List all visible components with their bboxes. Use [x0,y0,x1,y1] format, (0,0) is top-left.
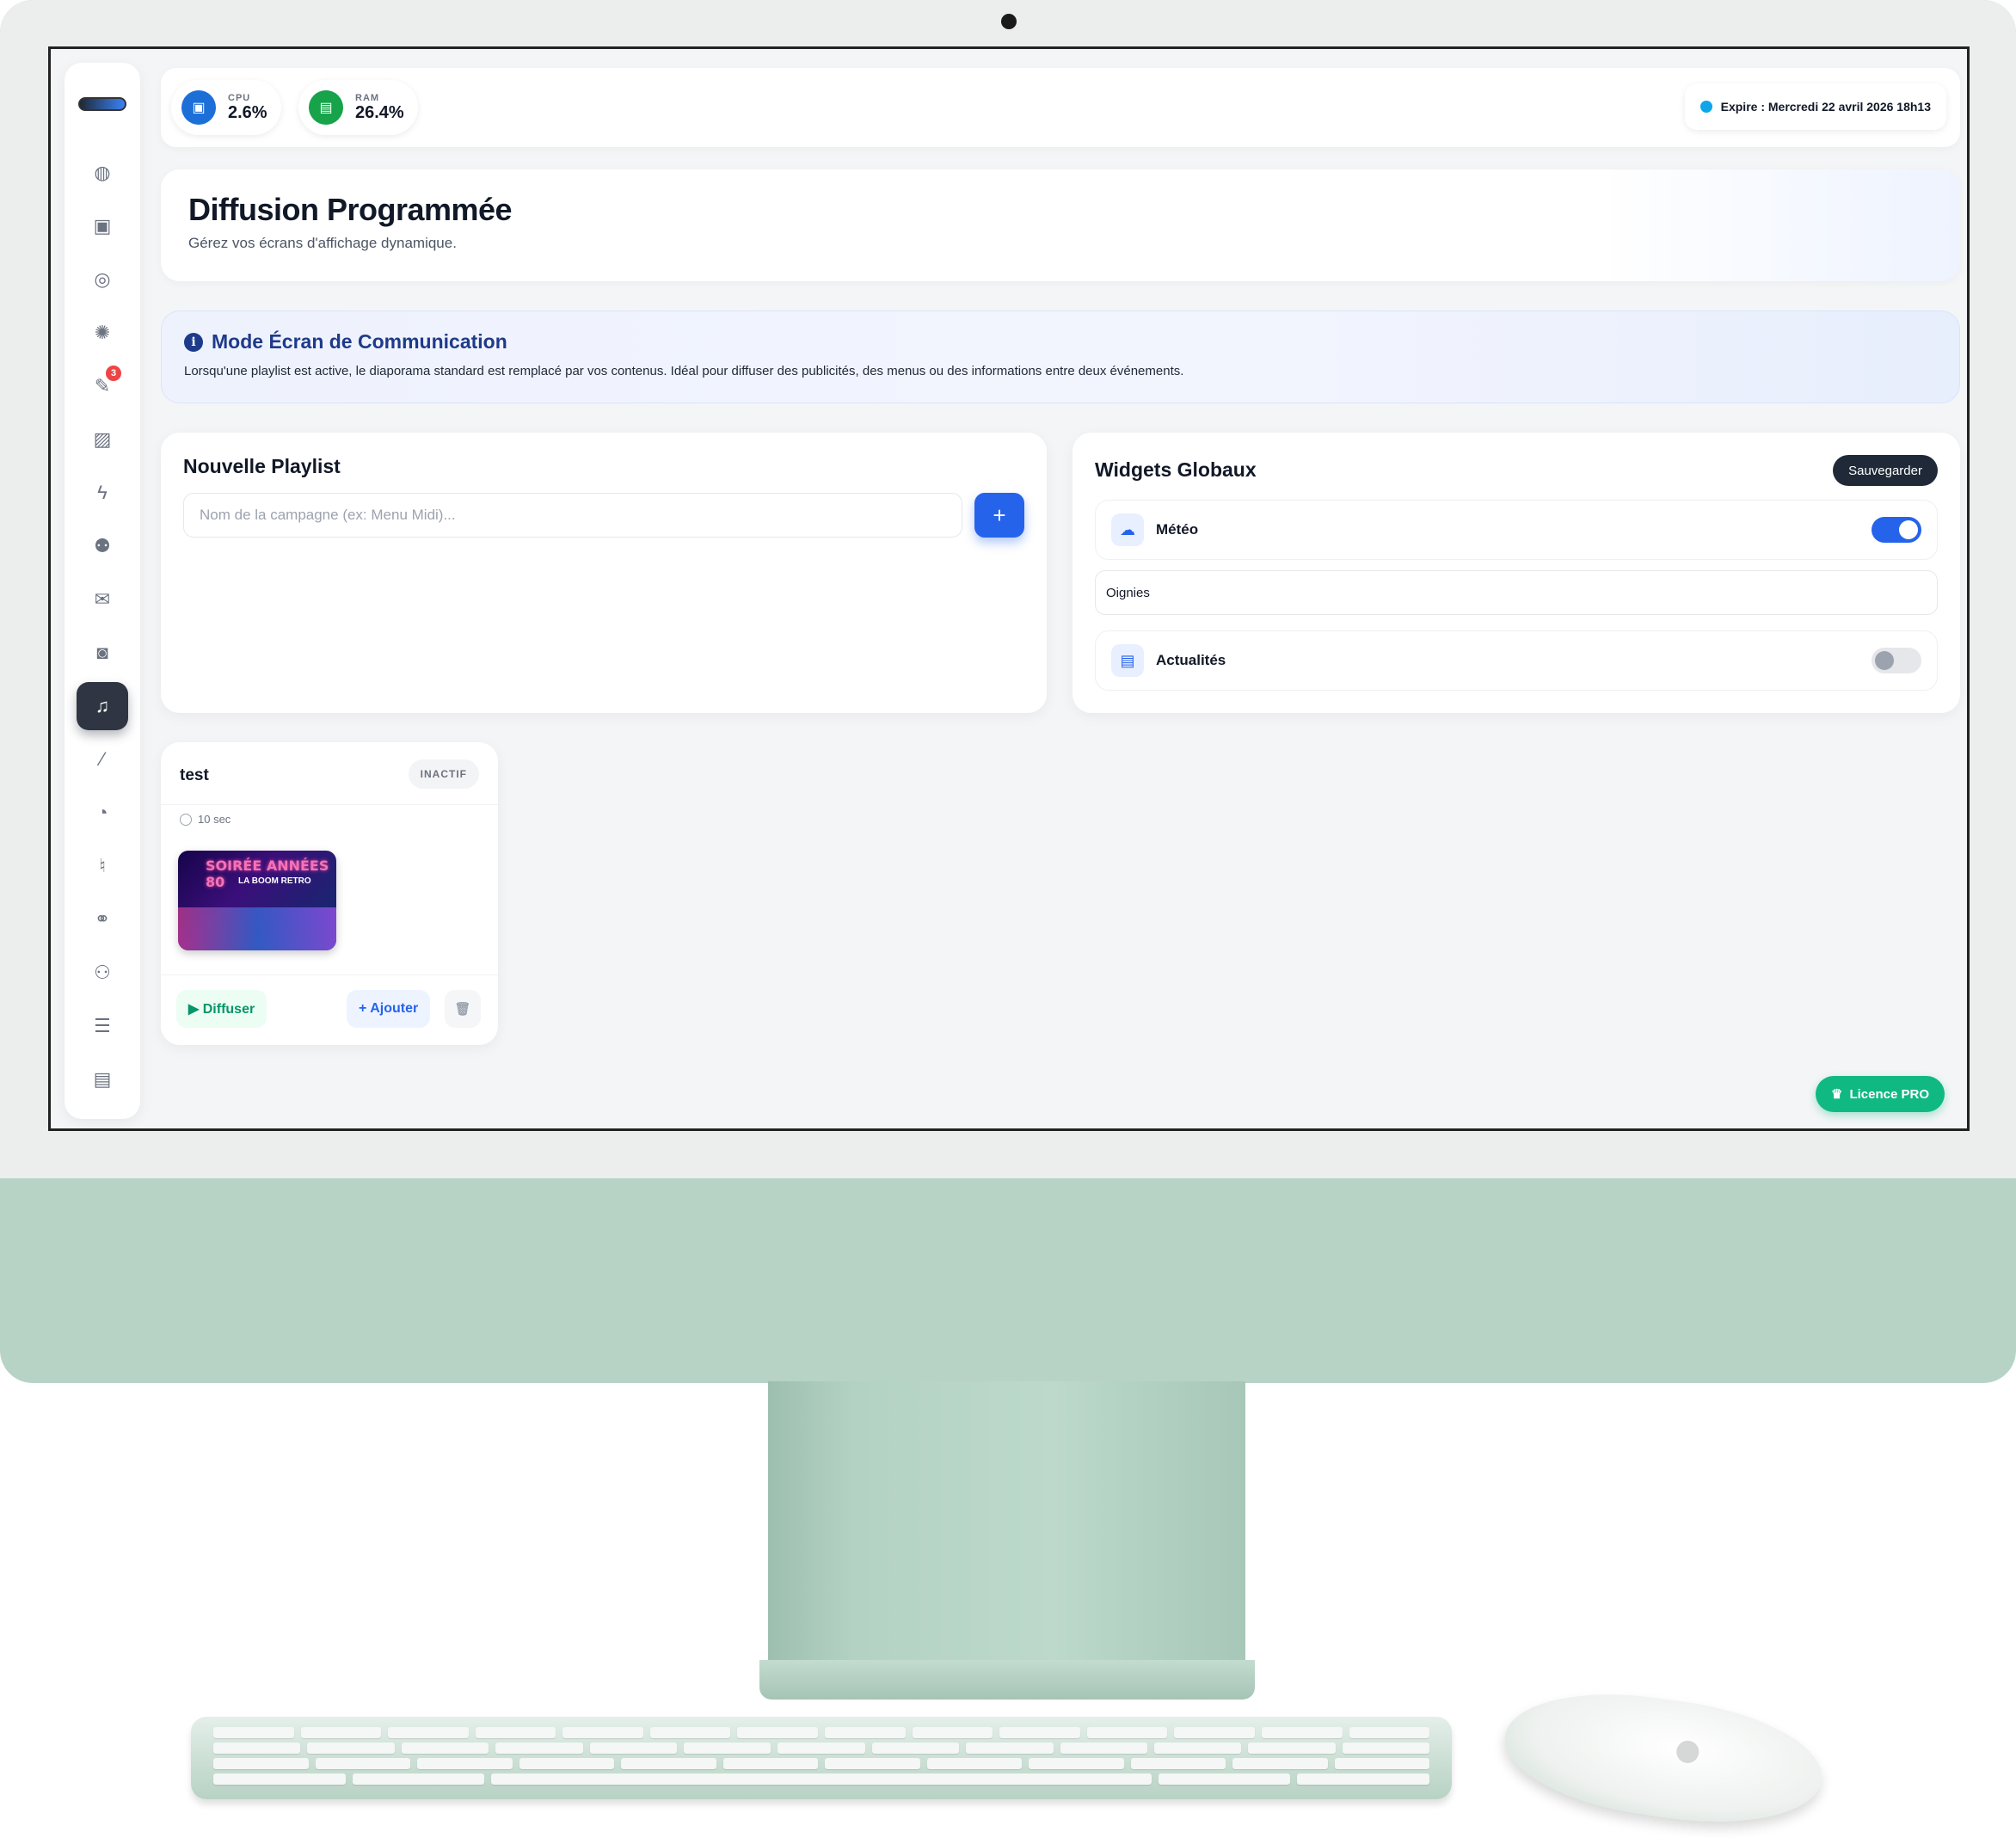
notification-badge: 3 [106,366,121,381]
new-playlist-title: Nouvelle Playlist [183,455,341,477]
sidebar: ◍ ▣ ◎ ✺ ✎ 3 ▨ ϟ ⚉ ✉ ◙ ♫ ⁄ ◔ ♮ ⚭ ⚇ ☰ ▤ [65,63,140,1119]
sidebar-item[interactable]: ◙ [77,629,128,677]
divider [161,974,498,975]
cpu-icon: ▣ [181,90,216,125]
sidebar-item[interactable]: ◎ [77,255,128,304]
topbar: ▣ CPU 2.6% ▤ RAM 26.4% Expire : Mercredi [161,68,1960,147]
settings-icon: ✺ [94,322,111,343]
city-input[interactable] [1095,570,1938,615]
chat-icon: ✉ [94,588,111,610]
diffuser-button[interactable]: ▶ Diffuser [176,990,267,1028]
dashboard-icon: ◍ [94,162,111,183]
bolt-icon: ϟ [97,482,108,503]
weather-widget-row: ☁ Météo [1095,500,1938,560]
clock-icon [180,813,192,826]
sidebar-item[interactable]: ◍ [77,149,128,197]
cpu-label: CPU [228,92,251,103]
page-subtitle: Gérez vos écrans d'affichage dynamique. [188,235,457,251]
playlist-name: test [180,766,209,784]
newspaper-icon: ▤ [1111,644,1144,677]
sidebar-item[interactable]: ♫ [77,682,128,730]
ajouter-button[interactable]: + Ajouter [347,990,431,1028]
keyboard [191,1717,1452,1799]
image-icon: ▨ [93,428,112,450]
sidebar-item[interactable]: ☰ [77,1002,128,1050]
microphone-icon: ♮ [99,855,106,876]
sidebar-item[interactable]: ▨ [77,415,128,464]
imac-stand-foot [759,1660,1255,1700]
camera [1001,14,1017,29]
duration-text: 10 sec [198,813,231,826]
sidebar-item[interactable]: ✉ [77,575,128,624]
magic-mouse [1497,1677,1830,1838]
sidebar-item[interactable]: ⚭ [77,895,128,944]
camera-icon: ◙ [96,642,108,663]
imac-stand [768,1381,1245,1667]
slide-thumbnail[interactable]: SOIRÉE ANNÉES 80 LA BOOM RETRO [178,851,336,950]
weather-label: Météo [1156,521,1199,538]
thumbnail-art [178,907,336,950]
magic-wand-icon: ⁄ [101,748,104,770]
info-title: Mode Écran de Communication [212,330,507,353]
news-toggle[interactable] [1872,648,1921,673]
sidebar-item[interactable]: ♮ [77,842,128,890]
sidebar-item[interactable]: ϟ [77,469,128,517]
sidebar-item[interactable]: ⁄ [77,735,128,784]
sidebar-item[interactable]: ✎ 3 [77,362,128,410]
ram-label: RAM [355,92,380,103]
cpu-value: 2.6% [228,102,267,122]
clock-icon [1699,101,1712,113]
ram-icon: ▤ [309,90,343,125]
playlist-card: test INACTIF 10 sec SOIRÉE ANNÉES 80 LA … [161,742,498,1045]
weather-icon: ☁ [1111,513,1144,546]
global-widgets-card: Widgets Globaux Sauvegarder ☁ Météo ▤ Ac… [1073,433,1960,713]
divider [161,804,498,805]
status-badge: INACTIF [408,759,479,789]
thumbnail-subtitle: LA BOOM RETRO [238,876,311,886]
sidebar-item[interactable]: ◔ [77,789,128,837]
info-icon: i [184,332,203,352]
sidebar-item[interactable]: ▤ [77,1055,128,1103]
film-icon: ▤ [93,1068,112,1090]
campaign-name-input[interactable] [183,493,962,538]
imac-bezel: ◍ ▣ ◎ ✺ ✎ 3 ▨ ϟ ⚉ ✉ ◙ ♫ ⁄ ◔ ♮ ⚭ ⚇ ☰ ▤ ▣ CPU 2.6% ▤ RAM 26.… [0,0,2016,1178]
pie-chart-icon: ◔ [96,802,108,823]
widgets-title: Widgets Globaux [1095,458,1257,481]
playlist-duration: 10 sec [180,813,230,826]
save-button[interactable]: Sauvegarder [1833,455,1938,486]
crown-icon: ♛ [1831,1087,1843,1102]
ram-stat: ▤ RAM 26.4% [298,80,418,135]
user-settings-icon: ⚇ [94,962,111,983]
licence-pro-button[interactable]: ♛ Licence PRO [1816,1076,1945,1112]
page-title: Diffusion Programmée [188,192,513,227]
info-banner: i Mode Écran de Communication Lorsqu'une… [161,310,1960,403]
page-header: Diffusion Programmée Gérez vos écrans d'… [161,169,1960,281]
cpu-stat: ▣ CPU 2.6% [171,80,281,135]
expiry-text: Expire : Mercredi 22 avril 2026 18h13 [1720,100,1931,114]
add-playlist-button[interactable]: + [974,493,1024,538]
handshake-icon: ⚭ [94,908,111,930]
screen: ◍ ▣ ◎ ✺ ✎ 3 ▨ ϟ ⚉ ✉ ◙ ♫ ⁄ ◔ ♮ ⚭ ⚇ ☰ ▤ ▣ CPU 2.6% ▤ RAM 26.… [48,46,1970,1131]
sliders-icon: ☰ [94,1015,111,1036]
users-icon: ⚉ [94,535,111,556]
app-logo[interactable] [78,97,126,111]
sidebar-item[interactable]: ⚇ [77,949,128,997]
news-label: Actualités [1156,652,1226,668]
imac-body: ◍ ▣ ◎ ✺ ✎ 3 ▨ ϟ ⚉ ✉ ◙ ♫ ⁄ ◔ ♮ ⚭ ⚇ ☰ ▤ ▣ CPU 2.6% ▤ RAM 26.… [0,0,2016,1383]
apple-logo-icon [1675,1739,1700,1765]
sidebar-item[interactable]: ▣ [77,202,128,250]
new-playlist-card: Nouvelle Playlist + [161,433,1047,713]
globe-icon: ◎ [94,268,111,290]
weather-toggle[interactable] [1872,517,1921,543]
sidebar-item[interactable]: ⚉ [77,522,128,570]
trash-icon[interactable]: 🗑 [445,990,481,1028]
ram-value: 26.4% [355,102,404,122]
sidebar-item[interactable]: ✺ [77,309,128,357]
license-expiry: Expire : Mercredi 22 avril 2026 18h13 [1684,83,1946,130]
licence-label: Licence PRO [1849,1086,1929,1102]
news-widget-row: ▤ Actualités [1095,630,1938,691]
info-text: Lorsqu'une playlist est active, le diapo… [184,364,1184,378]
music-sparkle-icon: ♫ [95,695,110,716]
gallery-icon: ▣ [93,215,112,237]
